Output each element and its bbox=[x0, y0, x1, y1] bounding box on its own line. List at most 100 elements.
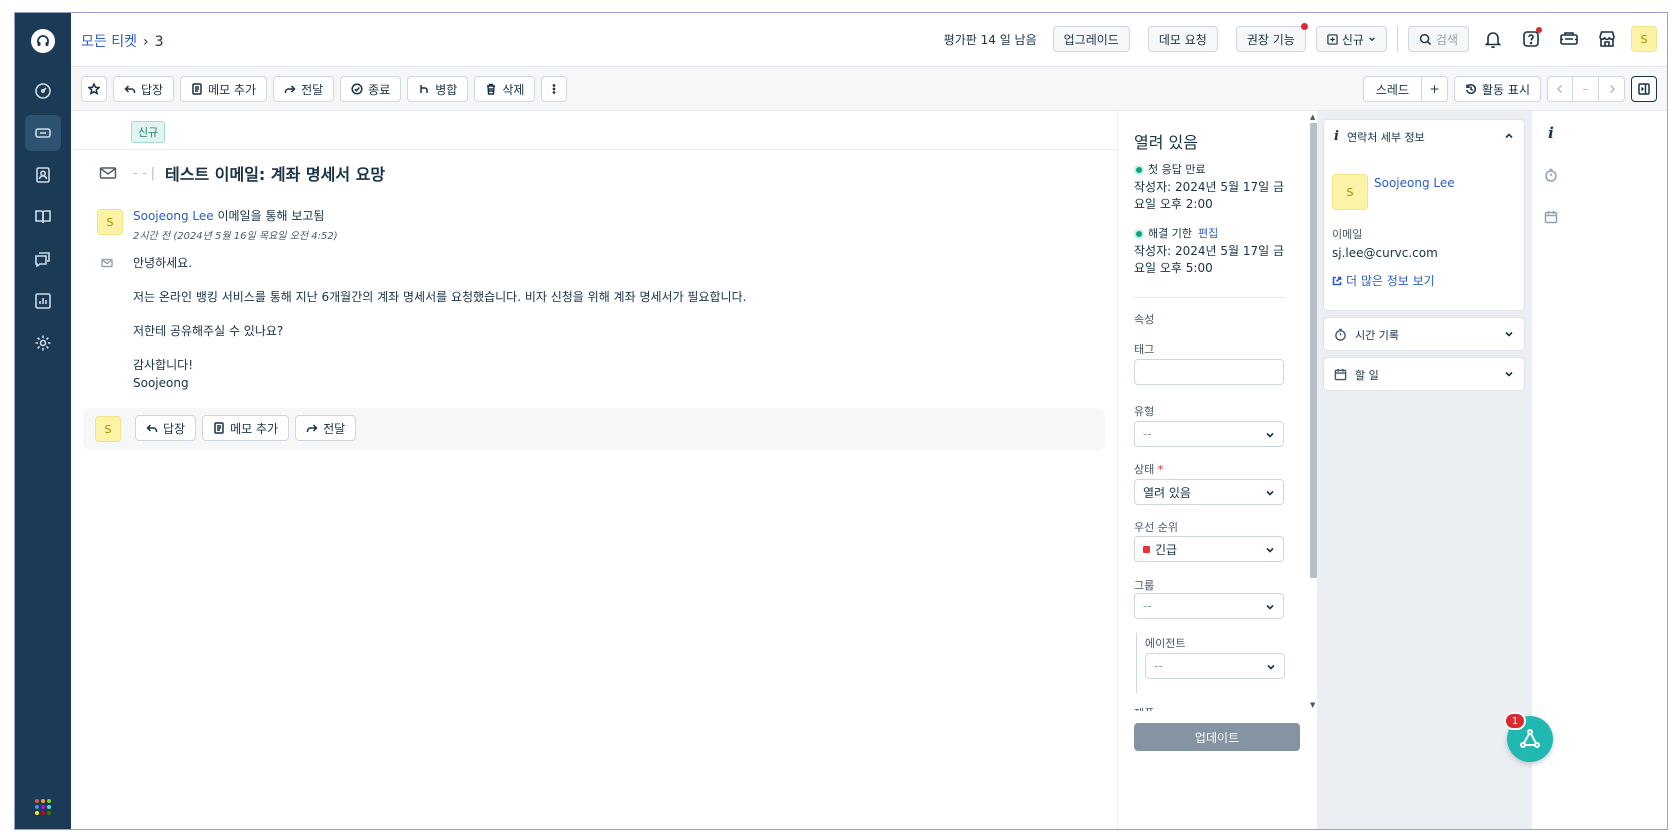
next-ticket-button[interactable] bbox=[1599, 76, 1625, 102]
forward-icon bbox=[284, 85, 296, 93]
reply-bar-forward-button[interactable]: 전달 bbox=[295, 415, 357, 441]
ticket-subject: 테스트 이메일: 계좌 명세서 요망 bbox=[165, 165, 386, 184]
view-more-info-link[interactable]: 더 많은 정보 보기 bbox=[1332, 272, 1435, 289]
group-value: -- bbox=[1143, 599, 1152, 613]
divider bbox=[1134, 297, 1286, 298]
calendar-icon[interactable] bbox=[1543, 209, 1559, 225]
scroll-up-arrow-icon[interactable]: ▲ bbox=[1310, 113, 1315, 121]
contact-info-icon[interactable]: i bbox=[1543, 124, 1559, 142]
search-button[interactable]: 검색 bbox=[1407, 26, 1469, 52]
add-note-button[interactable]: 메모 추가 bbox=[180, 76, 268, 102]
merge-label: 병합 bbox=[435, 82, 458, 97]
help-icon[interactable] bbox=[1517, 25, 1545, 53]
demo-request-button[interactable]: 데모 요청 bbox=[1147, 26, 1218, 52]
tags-label: 태그 bbox=[1134, 343, 1155, 356]
chevron-right-icon bbox=[1609, 84, 1615, 94]
sender-avatar: S bbox=[97, 209, 123, 235]
scroll-down-arrow-icon[interactable]: ▼ bbox=[1310, 701, 1315, 709]
chevron-down-icon bbox=[1504, 329, 1514, 342]
contact-details-header[interactable]: i 연락처 세부 정보 bbox=[1324, 120, 1524, 154]
breadcrumb: 모든 티켓 › 3 bbox=[81, 31, 164, 51]
message-line-1: 저는 온라인 뱅킹 서비스를 통해 지난 6개월간의 계좌 명세서를 요청했습니… bbox=[133, 290, 747, 304]
delete-button[interactable]: 삭제 bbox=[474, 76, 536, 102]
previous-ticket-button[interactable] bbox=[1547, 76, 1573, 102]
group-select[interactable]: -- bbox=[1134, 593, 1284, 619]
update-button[interactable]: 업데이트 bbox=[1134, 723, 1300, 751]
nav-settings-icon[interactable] bbox=[25, 325, 61, 361]
time-log-header[interactable]: 시간 기록 bbox=[1324, 318, 1524, 352]
ticket-properties-panel: 열려 있음 첫 응답 만료 작성자: 2024년 5월 17일 금요일 오후 2… bbox=[1117, 111, 1318, 829]
todo-header[interactable]: 할 일 bbox=[1324, 358, 1524, 392]
contact-name-link[interactable]: Soojeong Lee bbox=[1374, 176, 1455, 190]
nav-reports-icon[interactable] bbox=[25, 283, 61, 319]
search-icon bbox=[1419, 33, 1432, 45]
forward-label: 전달 bbox=[301, 82, 324, 97]
nav-contacts-icon[interactable] bbox=[25, 157, 61, 193]
stopwatch-icon bbox=[1335, 328, 1346, 341]
add-thread-button[interactable]: + bbox=[1422, 76, 1449, 102]
new-label: 신규 bbox=[1341, 32, 1364, 47]
star-button[interactable] bbox=[81, 76, 107, 102]
show-activity-button[interactable]: 활동 표시 bbox=[1454, 76, 1541, 102]
forward-button[interactable]: 전달 bbox=[273, 76, 335, 102]
toolbar-left-actions: 답장 메모 추가 전달 종료 병합 삭제 bbox=[81, 76, 568, 102]
breadcrumb-all-tickets-link[interactable]: 모든 티켓 bbox=[81, 34, 137, 50]
close-ticket-button[interactable]: 종료 bbox=[340, 76, 402, 102]
marketplace-store-icon[interactable] bbox=[1593, 25, 1621, 53]
contact-avatar: S bbox=[1332, 174, 1368, 210]
priority-select[interactable]: 긴급 bbox=[1134, 536, 1284, 562]
delete-label: 삭제 bbox=[502, 82, 525, 97]
thread-button[interactable]: 스레드 bbox=[1362, 76, 1423, 102]
tags-input[interactable] bbox=[1134, 359, 1284, 385]
chevron-up-icon bbox=[1504, 131, 1514, 144]
message-body: 안녕하세요. 저는 온라인 뱅킹 서비스를 통해 지난 6개월간의 계좌 명세서… bbox=[133, 254, 746, 392]
stopwatch-icon[interactable] bbox=[1543, 167, 1559, 183]
freshdesk-logo-icon[interactable] bbox=[31, 29, 55, 53]
agent-select[interactable]: -- bbox=[1145, 653, 1285, 679]
time-log-title: 시간 기록 bbox=[1355, 328, 1399, 342]
tickets-feature-icon[interactable] bbox=[1555, 25, 1583, 53]
more-options-button[interactable] bbox=[541, 76, 568, 102]
sla-status-dot-icon bbox=[1134, 229, 1144, 239]
nav-forums-icon[interactable] bbox=[25, 241, 61, 277]
merge-button[interactable]: 병합 bbox=[407, 76, 469, 102]
ticket-toolbar: 답장 메모 추가 전달 종료 병합 삭제 스레드 + 활동 표시 – bbox=[71, 67, 1667, 111]
show-activity-label: 활동 표시 bbox=[1482, 82, 1530, 97]
contact-side-panel: i 연락처 세부 정보 S Soojeong Lee 이메일 sj.lee@cu… bbox=[1317, 111, 1531, 829]
status-select[interactable]: 열려 있음 bbox=[1134, 479, 1284, 505]
product-label-cut: 제품 bbox=[1134, 705, 1154, 711]
time-log-card[interactable]: 시간 기록 bbox=[1323, 317, 1525, 351]
new-dropdown-button[interactable]: 신규 bbox=[1315, 26, 1387, 52]
user-avatar[interactable]: S bbox=[1631, 26, 1657, 52]
sender-name-link[interactable]: Soojeong Lee bbox=[133, 209, 214, 223]
message-closing: 감사합니다! bbox=[133, 358, 194, 372]
type-value: -- bbox=[1143, 427, 1152, 441]
reply-bar-reply-button[interactable]: 답장 bbox=[135, 415, 197, 441]
status-label-text: 상태 bbox=[1134, 463, 1155, 476]
add-note-label: 메모 추가 bbox=[208, 82, 257, 97]
star-icon bbox=[88, 83, 100, 95]
message-greeting: 안녕하세요. bbox=[133, 256, 193, 270]
resolution-edit-link[interactable]: 편집 bbox=[1198, 227, 1218, 240]
sender-via: 이메일을 통해 보고됨 bbox=[217, 209, 325, 223]
reply-bar-add-note-button[interactable]: 메모 추가 bbox=[202, 415, 290, 441]
subject-prefix: - - | bbox=[133, 165, 156, 181]
nav-tickets-icon[interactable] bbox=[25, 115, 61, 151]
nav-dashboard-icon[interactable] bbox=[25, 73, 61, 109]
chevron-down-icon bbox=[1265, 601, 1275, 611]
reply-button[interactable]: 답장 bbox=[113, 76, 175, 102]
reply-bar-forward-label: 전달 bbox=[323, 421, 346, 436]
todo-card[interactable]: 할 일 bbox=[1323, 357, 1525, 391]
type-select[interactable]: -- bbox=[1134, 421, 1284, 447]
chevron-right-icon: › bbox=[142, 34, 149, 50]
nav-knowledge-base-icon[interactable] bbox=[25, 199, 61, 235]
info-icon: i bbox=[1334, 129, 1339, 144]
notifications-bell-icon[interactable] bbox=[1479, 25, 1507, 53]
recommended-features-button[interactable]: 권장 기능 bbox=[1235, 23, 1308, 52]
first-response-label: 첫 응답 만료 bbox=[1148, 163, 1206, 176]
header-divider bbox=[1396, 26, 1398, 52]
upgrade-button[interactable]: 업그레이드 bbox=[1052, 26, 1130, 52]
calendar-icon bbox=[1334, 368, 1347, 381]
toggle-side-panel-button[interactable] bbox=[1631, 76, 1657, 102]
app-launcher-grid-icon[interactable] bbox=[35, 799, 51, 815]
